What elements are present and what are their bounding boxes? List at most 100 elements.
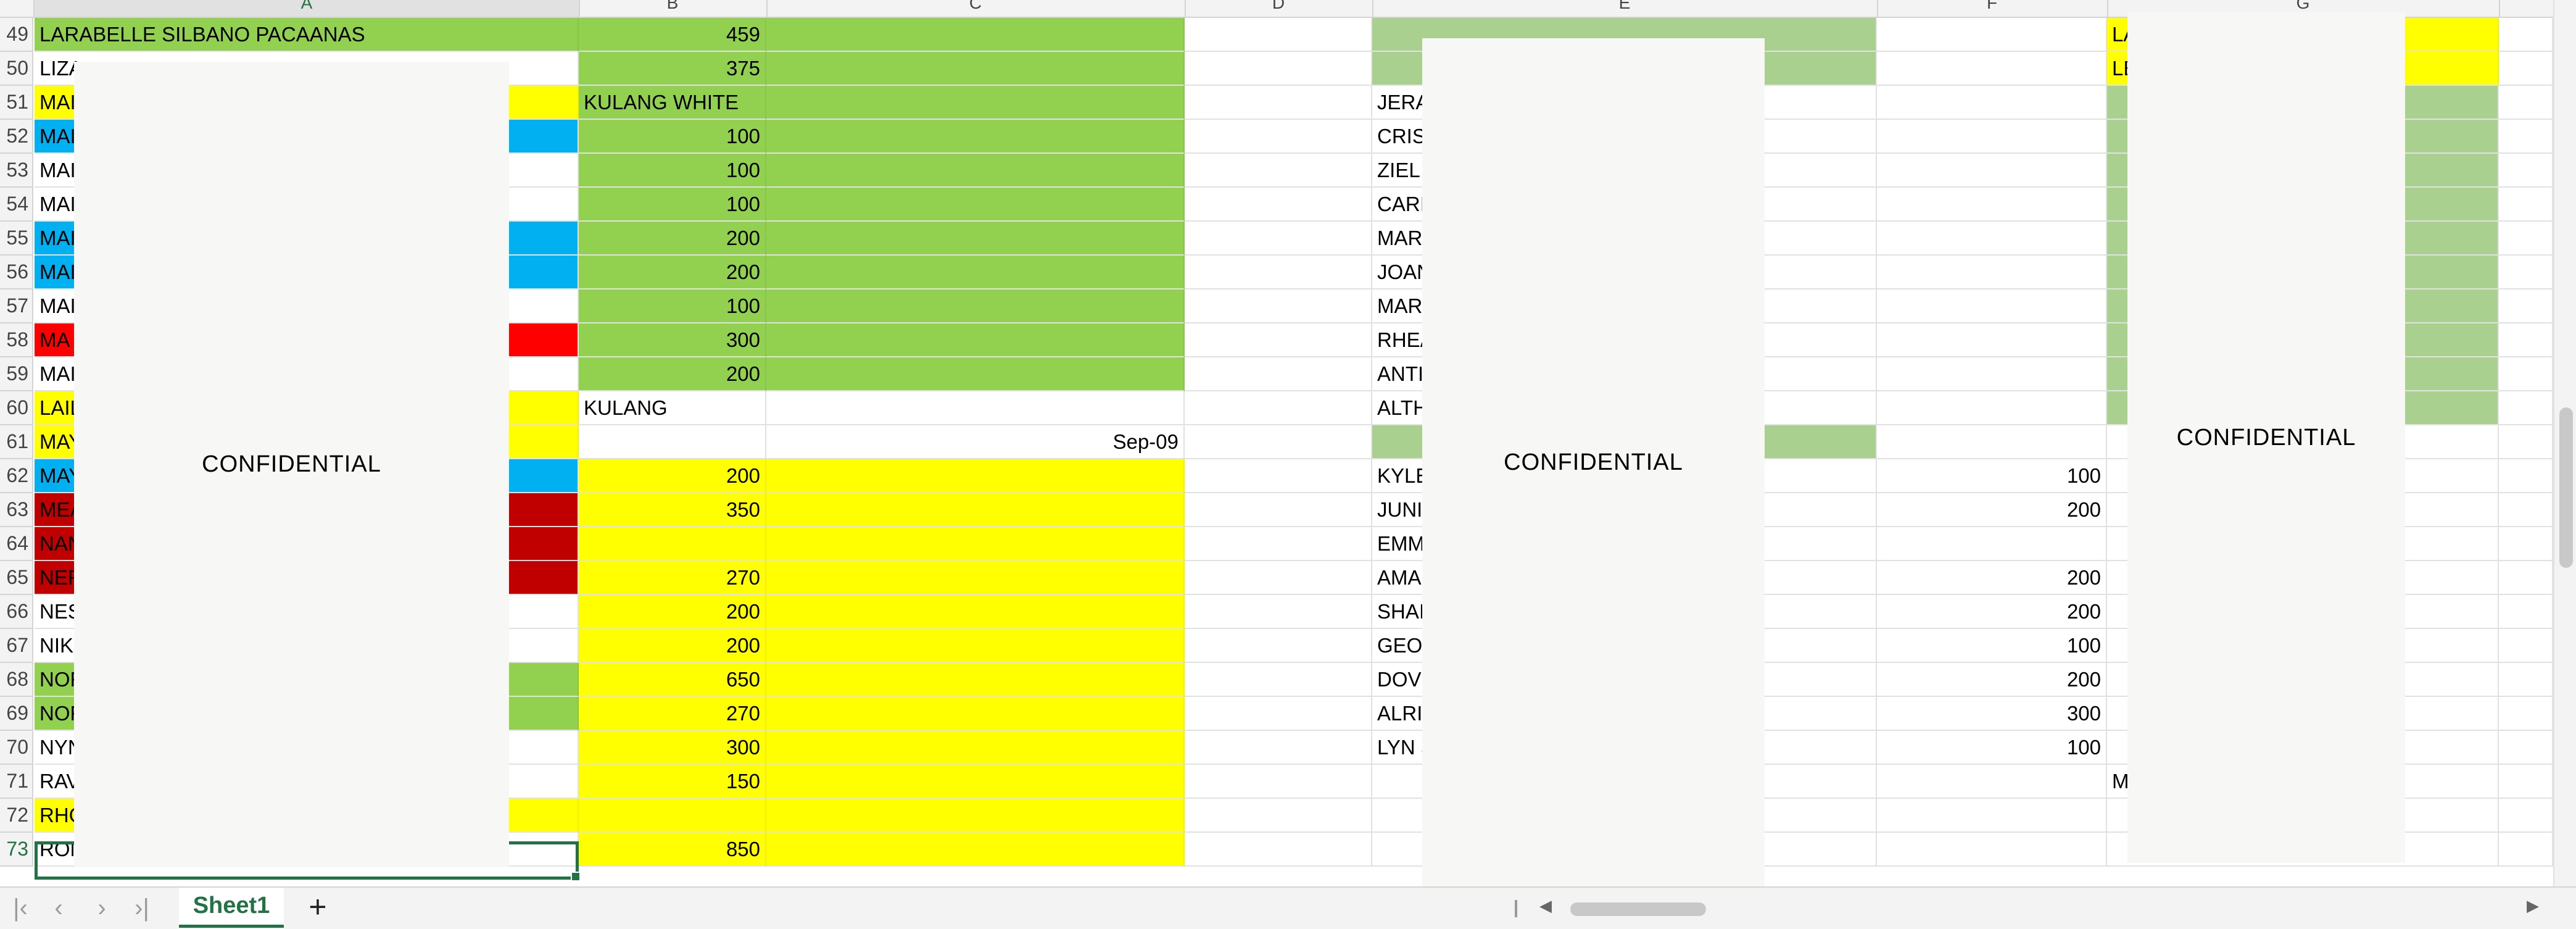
cell-h[interactable] — [2499, 425, 2553, 459]
row-header[interactable]: 54 — [0, 188, 33, 222]
cell-f[interactable] — [1877, 290, 2107, 323]
cell-h[interactable] — [2499, 290, 2553, 323]
cell-d[interactable] — [1185, 561, 1372, 595]
cell-c[interactable] — [766, 256, 1185, 290]
row-header[interactable]: 72 — [0, 799, 33, 833]
cell-c[interactable] — [766, 697, 1185, 731]
cell-d[interactable] — [1185, 493, 1372, 527]
cell-f[interactable] — [1877, 391, 2107, 425]
cell-c[interactable] — [766, 120, 1185, 154]
cell-b[interactable]: 459 — [579, 18, 766, 52]
column-header-h[interactable] — [2499, 0, 2554, 17]
cell-c[interactable] — [766, 493, 1185, 527]
cell-c[interactable] — [766, 222, 1185, 256]
row-header[interactable]: 51 — [0, 86, 33, 120]
cell-b[interactable]: 200 — [579, 595, 766, 629]
cell-b[interactable] — [579, 425, 766, 459]
row-header[interactable]: 52 — [0, 120, 33, 154]
cell-d[interactable] — [1185, 527, 1372, 561]
cell-c[interactable] — [766, 154, 1185, 188]
cell-h[interactable] — [2499, 357, 2553, 391]
cell-f[interactable] — [1877, 18, 2107, 52]
cell-b[interactable] — [579, 527, 766, 561]
select-all-corner[interactable] — [0, 0, 35, 17]
next-sheet-icon[interactable]: › — [86, 894, 117, 922]
cell-h[interactable] — [2499, 86, 2553, 120]
cell-d[interactable] — [1185, 663, 1372, 697]
cell-h[interactable] — [2499, 629, 2553, 663]
column-header-e[interactable]: E — [1372, 0, 1878, 17]
cell-h[interactable] — [2499, 18, 2553, 52]
cell-b[interactable]: 200 — [579, 629, 766, 663]
cell-b[interactable]: KULANG WHITE — [579, 86, 766, 120]
row-header[interactable]: 50 — [0, 52, 33, 86]
cell-h[interactable] — [2499, 256, 2553, 290]
cell-h[interactable] — [2499, 323, 2553, 357]
cell-h[interactable] — [2499, 52, 2553, 86]
cell-d[interactable] — [1185, 256, 1372, 290]
cell-d[interactable] — [1185, 799, 1372, 833]
row-header[interactable]: 60 — [0, 391, 33, 425]
cell-f[interactable] — [1877, 323, 2107, 357]
cell-c[interactable] — [766, 833, 1185, 867]
cell-f[interactable]: 200 — [1877, 561, 2107, 595]
cell-b[interactable]: KULANG — [579, 391, 766, 425]
cell-d[interactable] — [1185, 731, 1372, 765]
cell-d[interactable] — [1185, 629, 1372, 663]
cell-d[interactable] — [1185, 323, 1372, 357]
row-header[interactable]: 67 — [0, 629, 33, 663]
cell-c[interactable] — [766, 86, 1185, 120]
cell-b[interactable]: 100 — [579, 154, 766, 188]
cell-b[interactable]: 850 — [579, 833, 766, 867]
cell-b[interactable]: 200 — [579, 222, 766, 256]
cell-c[interactable] — [766, 799, 1185, 833]
cell-h[interactable] — [2499, 561, 2553, 595]
cell-h[interactable] — [2499, 527, 2553, 561]
cell-h[interactable] — [2499, 188, 2553, 222]
tab-sheet1[interactable]: Sheet1 — [179, 888, 284, 928]
row-header[interactable]: 65 — [0, 561, 33, 595]
cell-c[interactable] — [766, 290, 1185, 323]
cell-b[interactable]: 150 — [579, 765, 766, 799]
cell-d[interactable] — [1185, 18, 1372, 52]
cell-b[interactable]: 100 — [579, 120, 766, 154]
cell-h[interactable] — [2499, 833, 2553, 867]
cell-b[interactable]: 375 — [579, 52, 766, 86]
cell-d[interactable] — [1185, 52, 1372, 86]
column-header-d[interactable]: D — [1185, 0, 1373, 17]
row-header[interactable]: 68 — [0, 663, 33, 697]
row-header[interactable]: 62 — [0, 459, 33, 493]
row-header[interactable]: 73 — [0, 833, 33, 867]
cell-d[interactable] — [1185, 765, 1372, 799]
cell-b[interactable]: 200 — [579, 357, 766, 391]
add-sheet-button[interactable]: + — [302, 891, 333, 922]
cell-c[interactable] — [766, 18, 1185, 52]
cell-d[interactable] — [1185, 425, 1372, 459]
cell-h[interactable] — [2499, 493, 2553, 527]
cell-d[interactable] — [1185, 833, 1372, 867]
cell-c[interactable]: Sep-09 — [766, 425, 1185, 459]
cell-d[interactable] — [1185, 391, 1372, 425]
cell-c[interactable] — [766, 323, 1185, 357]
cell-h[interactable] — [2499, 697, 2553, 731]
cell-b[interactable]: 650 — [579, 663, 766, 697]
cell-c[interactable] — [766, 561, 1185, 595]
cell-f[interactable] — [1877, 833, 2107, 867]
cell-c[interactable] — [766, 52, 1185, 86]
scroll-right-icon[interactable]: ▶ — [2527, 896, 2539, 915]
cell-d[interactable] — [1185, 697, 1372, 731]
cell-f[interactable]: 200 — [1877, 595, 2107, 629]
cell-c[interactable] — [766, 357, 1185, 391]
cell-d[interactable] — [1185, 188, 1372, 222]
cell-b[interactable]: 300 — [579, 323, 766, 357]
cell-f[interactable]: 200 — [1877, 663, 2107, 697]
cell-h[interactable] — [2499, 459, 2553, 493]
cell-b[interactable]: 270 — [579, 697, 766, 731]
row-header[interactable]: 53 — [0, 154, 33, 188]
cell-c[interactable] — [766, 765, 1185, 799]
cell-h[interactable] — [2499, 595, 2553, 629]
cell-c[interactable] — [766, 391, 1185, 425]
first-sheet-icon[interactable]: |‹ — [5, 894, 36, 922]
cell-c[interactable] — [766, 731, 1185, 765]
cell-d[interactable] — [1185, 120, 1372, 154]
